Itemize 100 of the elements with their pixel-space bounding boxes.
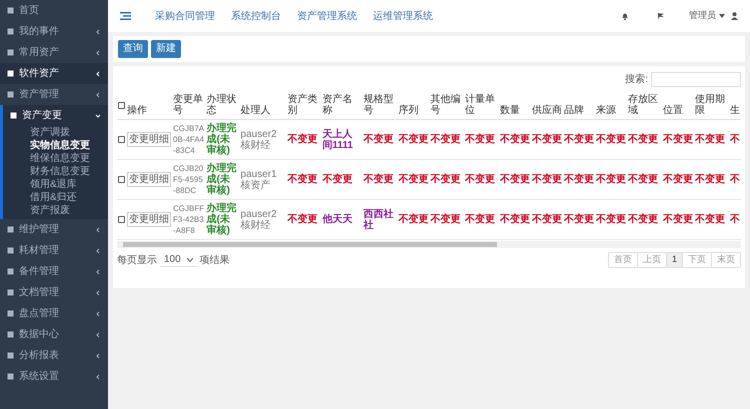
checkbox[interactable]	[118, 176, 125, 183]
page-button[interactable]: 1	[666, 253, 682, 267]
square-icon	[7, 331, 14, 338]
square-icon	[10, 112, 17, 119]
table-cell: 不变更	[500, 134, 530, 145]
column-header: 供应商	[532, 105, 562, 116]
horizontal-scrollbar[interactable]	[117, 241, 741, 248]
table-cell: 不变更	[628, 174, 658, 185]
sidebar-item[interactable]: 耗材管理	[0, 240, 108, 261]
checkbox[interactable]	[118, 102, 125, 108]
page-size-label: 每页显示	[117, 254, 157, 268]
table-cell: 不变更	[430, 134, 460, 145]
table-cell: 不变更	[398, 214, 428, 225]
table-cell: 不变更	[663, 174, 694, 185]
sidebar-item[interactable]: 资产变更	[3, 105, 108, 126]
sidebar-item[interactable]: 常用资产	[0, 42, 108, 63]
table-cell: 不变更	[564, 214, 594, 225]
detail-button[interactable]: 变更明细	[127, 212, 171, 227]
table-cell: 不变更	[564, 134, 594, 145]
table-cell: 不变更	[287, 134, 318, 145]
table-cell: 不变更	[532, 214, 562, 225]
detail-button[interactable]: 变更明细	[127, 132, 171, 147]
menu-icon	[120, 12, 131, 20]
sidebar-item[interactable]: 数据中心	[0, 324, 108, 345]
table-cell: 不变更	[596, 174, 626, 185]
toolbar-button[interactable]: 查询	[118, 40, 148, 58]
table-cell: CGJB7A0B-4FA4-83C4	[173, 124, 204, 155]
sidebar-item[interactable]: 我的事件	[0, 21, 108, 42]
submenu-item[interactable]: 借用&归还	[3, 191, 108, 204]
table-cell: 不变更	[287, 174, 318, 185]
nav-link[interactable]: 系统控制台	[231, 8, 281, 24]
results-label: 项结果	[200, 254, 230, 268]
sidebar-item[interactable]: 资产管理	[0, 84, 108, 105]
flag-icon	[657, 12, 665, 20]
sidebar-item[interactable]: 维护管理	[0, 219, 108, 240]
bell-icon	[621, 12, 629, 20]
search-field[interactable]	[651, 72, 741, 87]
column-header: 生	[730, 105, 740, 116]
nav-link[interactable]: 采购合同管理	[155, 8, 215, 24]
table-cell: 不变更	[695, 134, 726, 145]
submenu-item[interactable]: 维保信息变更	[3, 152, 108, 165]
table-cell: 办理完成(未审核)	[206, 163, 237, 196]
table-cell: 不变更	[465, 174, 496, 185]
sidebar-item[interactable]: 分析报表	[0, 345, 108, 366]
column-header: 位置	[663, 105, 684, 116]
table-cell: 不变更	[398, 174, 428, 185]
table-cell: 不变更	[532, 134, 562, 145]
table-cell: 不变更	[564, 174, 594, 185]
table-cell: CGJBFFF3-42B3-A8F8	[173, 204, 204, 235]
table-cell: 不变更	[363, 174, 394, 185]
user-icon	[731, 12, 738, 20]
column-header: 变更单号	[173, 94, 203, 116]
table-cell: 不变更	[398, 134, 428, 145]
column-header: 来源	[596, 105, 616, 116]
sidebar-item[interactable]: 备件管理	[0, 261, 108, 282]
table-cell: 不变更	[663, 134, 694, 145]
table-cell: 办理完成(未审核)	[206, 203, 237, 236]
user-menu[interactable]: 管理员	[689, 9, 738, 23]
square-icon	[7, 49, 14, 56]
page-button[interactable]: 末页	[711, 253, 740, 267]
checkbox[interactable]	[118, 136, 125, 143]
submenu-item[interactable]: 实物信息变更	[3, 139, 108, 152]
square-icon	[7, 268, 14, 275]
submenu-item[interactable]: 资产调拨	[3, 126, 108, 139]
submenu-item[interactable]: 资产报废	[3, 204, 108, 217]
table-cell: 不变更	[363, 134, 394, 145]
table-cell: 不变更	[532, 174, 562, 185]
search-label: 搜索:	[625, 72, 648, 87]
table-cell: 不变更	[596, 134, 626, 145]
sidebar-item[interactable]: 软件资产	[0, 63, 108, 84]
table-cell: pauser1核资产	[240, 168, 277, 190]
sidebar-item[interactable]: 首页	[0, 0, 108, 21]
nav-link[interactable]: 资产管理系统	[297, 8, 357, 24]
column-header: 资产名称	[322, 94, 352, 116]
nav-link[interactable]: 运维管理系统	[373, 8, 433, 24]
column-header: 计量单位	[465, 94, 496, 116]
sidebar-item[interactable]: 系统设置	[0, 366, 108, 387]
table-cell: 不变更	[628, 134, 658, 145]
table-cell: 不变更	[628, 214, 658, 225]
table-cell: 不变更	[430, 174, 460, 185]
table-cell: 不变更	[500, 214, 530, 225]
column-header: 操作	[127, 105, 147, 116]
table-cell: 不变更	[287, 214, 318, 225]
square-icon	[7, 7, 14, 14]
column-header: 数量	[500, 105, 520, 116]
table-cell: 不变更	[322, 174, 352, 185]
toolbar-button[interactable]: 新建	[151, 40, 181, 58]
checkbox[interactable]	[118, 216, 125, 223]
caret-icon	[719, 14, 725, 18]
sidebar-item[interactable]: 盘点管理	[0, 303, 108, 324]
detail-button[interactable]: 变更明细	[127, 172, 171, 187]
table-cell: 他天天	[322, 214, 352, 225]
submenu-item[interactable]: 财务信息变更	[3, 165, 108, 178]
table-cell: pauser2核财经	[240, 208, 277, 230]
sidebar-item[interactable]: 文档管理	[0, 282, 108, 303]
page-size-select[interactable]: 100	[160, 253, 197, 267]
table-cell: 不	[730, 214, 740, 225]
column-header: 办理状态	[206, 94, 237, 116]
table-cell: 不变更	[430, 214, 460, 225]
submenu-item[interactable]: 领用&退库	[3, 178, 108, 191]
